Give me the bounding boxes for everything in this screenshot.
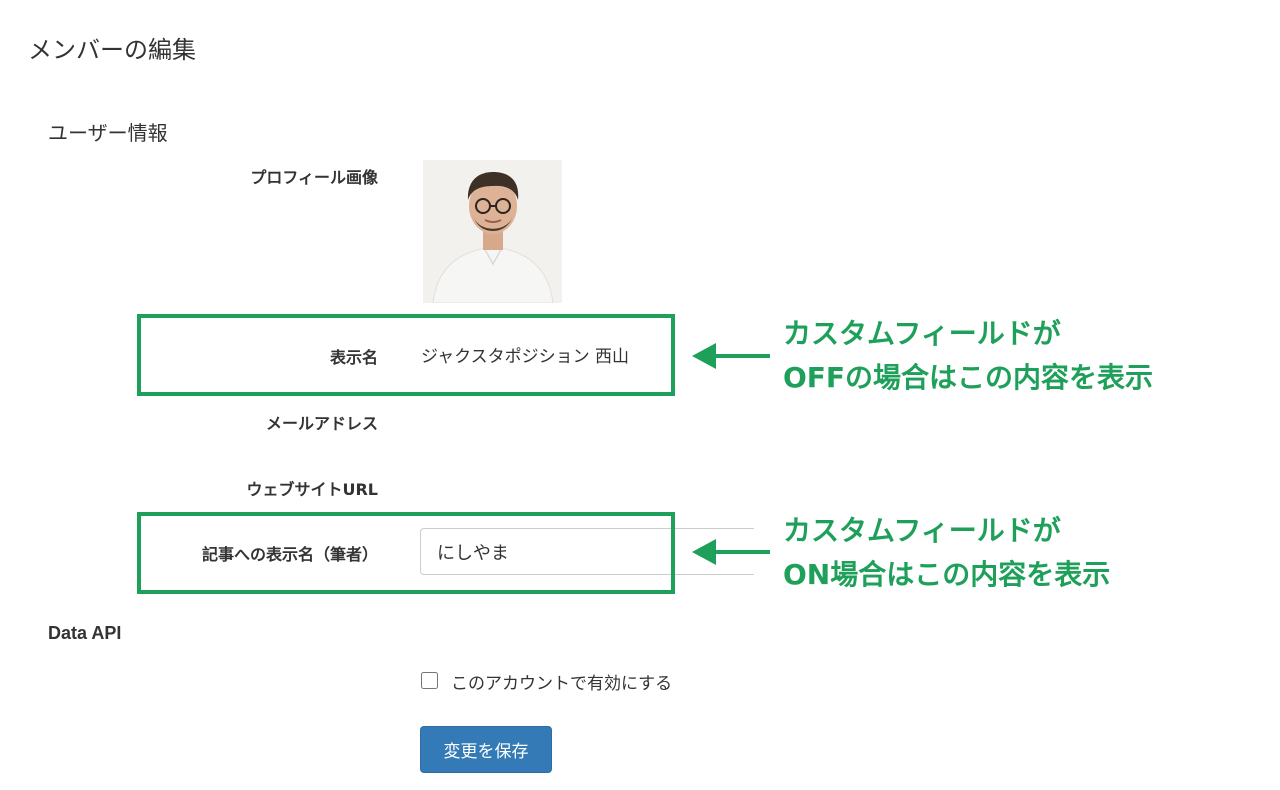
annotation-on-line1: カスタムフィールドが xyxy=(783,514,1061,547)
save-button[interactable]: 変更を保存 xyxy=(420,726,552,773)
data-api-enable-label[interactable]: このアカウントで有効にする xyxy=(451,669,672,694)
annotation-on-line2: ON場合はこの内容を表示 xyxy=(783,558,1111,591)
section-title-data-api: Data API xyxy=(48,623,122,643)
profile-photo xyxy=(423,160,562,303)
profile-photo-illustration xyxy=(423,160,562,303)
arrow-left-icon xyxy=(692,343,770,369)
annotation-off-line1: カスタムフィールドが xyxy=(783,317,1061,350)
data-api-enable-checkbox[interactable] xyxy=(421,672,438,689)
annotation-custom-field-off: カスタムフィールドが OFFの場合はこの内容を表示 xyxy=(783,312,1153,400)
page-title: メンバーの編集 xyxy=(28,36,196,64)
display-name-value: ジャクスタポジション 西山 xyxy=(421,347,630,367)
website-label: ウェブサイトURL xyxy=(246,480,378,499)
section-title-user-info: ユーザー情報 xyxy=(48,121,168,145)
highlight-box-byline xyxy=(137,512,675,594)
email-label: メールアドレス xyxy=(265,414,378,433)
display-name-label: 表示名 xyxy=(329,348,378,367)
annotation-off-line2: OFFの場合はこの内容を表示 xyxy=(783,361,1154,394)
profile-image-label: プロフィール画像 xyxy=(250,168,378,187)
annotation-custom-field-on: カスタムフィールドが ON場合はこの内容を表示 xyxy=(783,509,1110,597)
arrow-left-icon xyxy=(692,539,770,565)
